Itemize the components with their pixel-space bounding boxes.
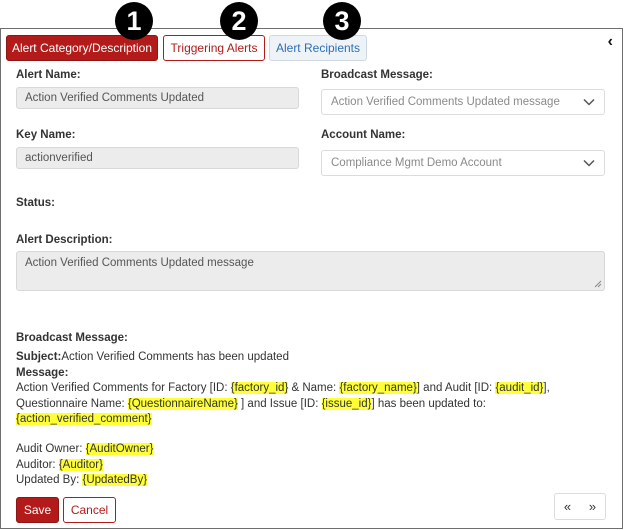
message-text: ] and Issue [ID: <box>237 397 322 410</box>
placeholder-auditor: {Auditor} <box>58 458 103 471</box>
placeholder-action-verified-comment: {action_verified_comment} <box>16 413 152 426</box>
audit-owner-label: Audit Owner: <box>16 443 86 456</box>
cancel-button[interactable]: Cancel <box>63 497 116 523</box>
placeholder-updated-by: {UpdatedBy} <box>82 474 148 487</box>
broadcast-message-label: Broadcast Message: <box>321 69 433 81</box>
placeholder-audit-id: {audit_id} <box>495 382 544 395</box>
tab-triggering-alerts[interactable]: Triggering Alerts <box>163 35 265 61</box>
message-text: & Name: <box>288 382 340 395</box>
tab-alert-recipients[interactable]: Alert Recipients <box>269 35 367 61</box>
chevron-down-icon <box>583 159 595 167</box>
account-name-select[interactable]: Compliance Mgmt Demo Account <box>321 150 605 176</box>
auditor-line: Auditor: {Auditor} <box>16 458 616 473</box>
account-name-label: Account Name: <box>321 129 406 141</box>
chevron-down-icon <box>583 98 595 106</box>
alert-description-value: Action Verified Comments Updated message <box>25 257 254 269</box>
message-text: Action Verified Comments for Factory [ID… <box>16 382 231 395</box>
updated-by-label: Updated By: <box>16 474 83 487</box>
alert-name-field[interactable]: Action Verified Comments Updated <box>16 87 299 109</box>
placeholder-audit-owner: {AuditOwner} <box>85 443 154 456</box>
previous-page-icon[interactable]: « <box>555 494 580 519</box>
broadcast-message-select[interactable]: Action Verified Comments Updated message <box>321 89 605 115</box>
step-1-badge: 1 <box>115 2 153 40</box>
save-button[interactable]: Save <box>16 497 59 523</box>
key-name-field[interactable]: actionverified <box>16 147 299 169</box>
pager: « » <box>554 493 606 520</box>
audit-owner-line: Audit Owner: {AuditOwner} <box>16 442 616 457</box>
placeholder-factory-id: {factory_id} <box>230 382 289 395</box>
auditor-label: Auditor: <box>16 458 59 471</box>
broadcast-message-preview: Broadcast Message: Subject:Action Verifi… <box>16 331 616 489</box>
message-text: ], <box>543 382 550 395</box>
step-3-badge: 3 <box>323 2 361 40</box>
status-label: Status: <box>16 197 55 209</box>
placeholder-issue-id: {issue_id} <box>321 397 372 410</box>
subject-line: Subject:Action Verified Comments has bee… <box>16 350 616 365</box>
message-label: Message: <box>16 366 69 379</box>
alert-name-label: Alert Name: <box>16 69 81 81</box>
message-text: ] and Audit [ID: <box>416 382 496 395</box>
updated-by-line: Updated By: {UpdatedBy} <box>16 473 616 488</box>
alert-form-panel: Alert Category/Description Triggering Al… <box>0 28 623 529</box>
account-name-value: Compliance Mgmt Demo Account <box>331 157 502 169</box>
key-name-label: Key Name: <box>16 129 76 141</box>
subject-text: Action Verified Comments has been update… <box>61 351 289 364</box>
broadcast-preview-heading: Broadcast Message: <box>16 332 128 344</box>
placeholder-questionnaire-name: {QuestionnaireName} <box>127 397 238 410</box>
next-page-icon[interactable]: » <box>580 494 605 519</box>
broadcast-message-value: Action Verified Comments Updated message <box>331 96 560 108</box>
subject-label: Subject: <box>16 351 62 364</box>
alert-description-label: Alert Description: <box>16 234 113 246</box>
message-text: Questionnaire Name: <box>16 397 128 410</box>
placeholder-factory-name: {factory_name} <box>339 382 417 395</box>
message-text: ] has been updated to: <box>371 397 486 410</box>
alert-description-textarea[interactable]: Action Verified Comments Updated message <box>16 251 605 291</box>
resize-grip-icon[interactable] <box>594 280 602 288</box>
step-2-badge: 2 <box>220 2 258 40</box>
message-body: Action Verified Comments for Factory [ID… <box>16 381 616 427</box>
collapse-chevron-icon[interactable]: ‹ <box>608 33 613 51</box>
